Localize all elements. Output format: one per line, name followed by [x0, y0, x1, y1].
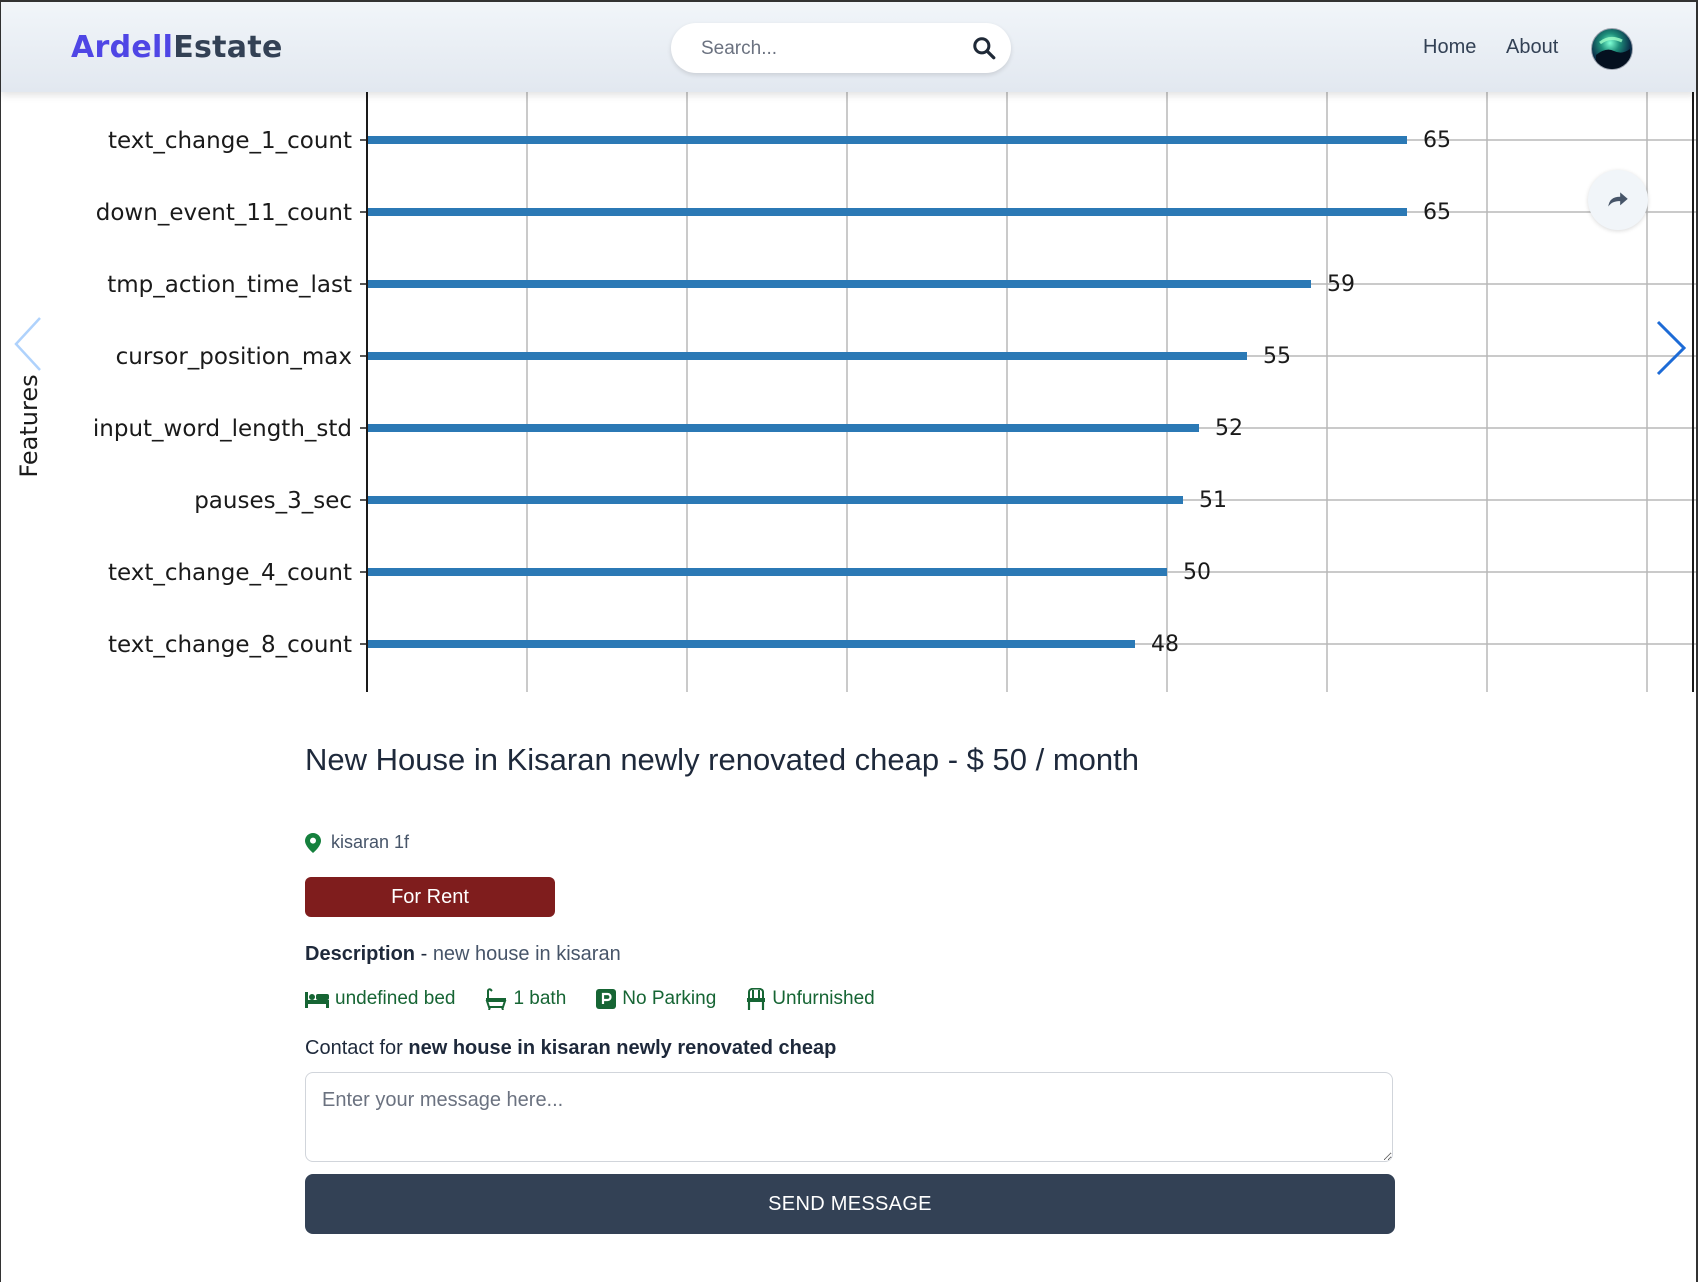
- feature-beds: undefined bed: [305, 988, 455, 1010]
- share-icon: [1608, 192, 1628, 207]
- bar-text-change-1-count: [367, 136, 1407, 144]
- parking-icon: [596, 989, 617, 1009]
- y-axis-label: Features: [15, 374, 43, 477]
- listing-location: kisaran 1f: [305, 832, 409, 853]
- search-input[interactable]: [699, 33, 953, 65]
- y-tick-label: text_change_8_count: [108, 632, 352, 658]
- y-tick-label: text_change_4_count: [108, 560, 352, 586]
- bar-value-label: 55: [1263, 344, 1291, 369]
- site-header: ArdellEstate Home About: [1, 2, 1696, 92]
- listing-description: Description - new house in kisaran: [305, 943, 621, 966]
- message-textarea[interactable]: [305, 1072, 1393, 1162]
- chart-bars: text_change_1_count 65 down_event_11_count…: [93, 92, 1694, 692]
- bar-value-label: 59: [1327, 272, 1355, 297]
- chair-icon: [747, 988, 766, 1010]
- description-value: new house in kisaran: [432, 943, 621, 965]
- bar-value-label: 51: [1199, 488, 1227, 513]
- y-tick-label: pauses_3_sec: [194, 488, 352, 514]
- feature-importance-chart: text_change_1_count 65 down_event_11_count…: [15, 92, 1696, 692]
- contact-listing-name: new house in kisaran newly renovated che…: [408, 1037, 837, 1059]
- search-icon[interactable]: [971, 35, 997, 61]
- search-form: [671, 23, 1011, 73]
- feature-furnished-label: Unfurnished: [772, 988, 875, 1009]
- feature-baths-label: 1 bath: [513, 988, 567, 1009]
- bar-tmp-action-time-last: [367, 280, 1311, 288]
- bar-cursor-position-max: [367, 352, 1247, 360]
- bar-value-label: 50: [1183, 560, 1211, 585]
- bar-value-label: 52: [1215, 416, 1243, 441]
- description-label: Description: [305, 943, 416, 965]
- carousel-next-button[interactable]: [1650, 316, 1690, 380]
- bar-value-label: 65: [1423, 128, 1451, 153]
- y-tick-label: cursor_position_max: [116, 344, 352, 370]
- listing-title: New House in Kisaran newly renovated che…: [305, 742, 1140, 777]
- map-pin-icon: [305, 832, 321, 853]
- contact-heading: Contact for new house in kisaran newly r…: [305, 1037, 836, 1060]
- nav-home-link[interactable]: Home: [1423, 36, 1476, 59]
- description-separator: -: [415, 943, 433, 965]
- bar-down-event-11-count: [367, 208, 1407, 216]
- location-text: kisaran 1f: [331, 832, 410, 852]
- carousel-prev-button[interactable]: [10, 312, 46, 376]
- chevron-left-icon: [14, 317, 41, 371]
- nav-about-link[interactable]: About: [1506, 36, 1558, 59]
- avatar-image: [1596, 36, 1630, 69]
- bed-icon: [305, 992, 329, 1008]
- y-tick-label: down_event_11_count: [96, 200, 352, 226]
- bar-value-label: 48: [1151, 632, 1179, 657]
- logo-part-1: Ardell: [71, 30, 174, 65]
- y-tick-label: tmp_action_time_last: [107, 272, 352, 298]
- contact-prefix: Contact for: [305, 1037, 409, 1059]
- bar-text-change-8-count: [367, 640, 1135, 648]
- share-button[interactable]: [1588, 170, 1648, 230]
- chevron-right-icon: [1656, 320, 1687, 376]
- bath-icon: [486, 988, 507, 1010]
- chart-grid: [366, 92, 1696, 692]
- feature-parking: No Parking: [596, 988, 716, 1010]
- bar-pauses-3-sec: [367, 496, 1183, 504]
- y-tick-label: text_change_1_count: [108, 128, 352, 154]
- logo-part-2: Estate: [173, 30, 283, 65]
- site-logo[interactable]: ArdellEstate: [71, 30, 283, 65]
- avatar[interactable]: [1591, 28, 1633, 70]
- feature-parking-label: No Parking: [622, 988, 717, 1009]
- bar-text-change-4-count: [367, 568, 1167, 576]
- listing-type-badge: For Rent: [305, 877, 555, 917]
- listing-image-carousel: text_change_1_count 65 down_event_11_count…: [1, 92, 1696, 692]
- feature-baths: 1 bath: [485, 988, 566, 1010]
- send-message-button[interactable]: SEND MESSAGE: [305, 1174, 1395, 1234]
- feature-beds-label: undefined bed: [335, 988, 456, 1009]
- feature-furnished: Unfurnished: [746, 988, 875, 1010]
- y-tick-label: input_word_length_std: [93, 416, 352, 442]
- bar-value-label: 65: [1423, 200, 1451, 225]
- bar-input-word-length-std: [367, 424, 1199, 432]
- listing-features: undefined bed 1 bath No Parking Unfurnis…: [305, 988, 875, 1010]
